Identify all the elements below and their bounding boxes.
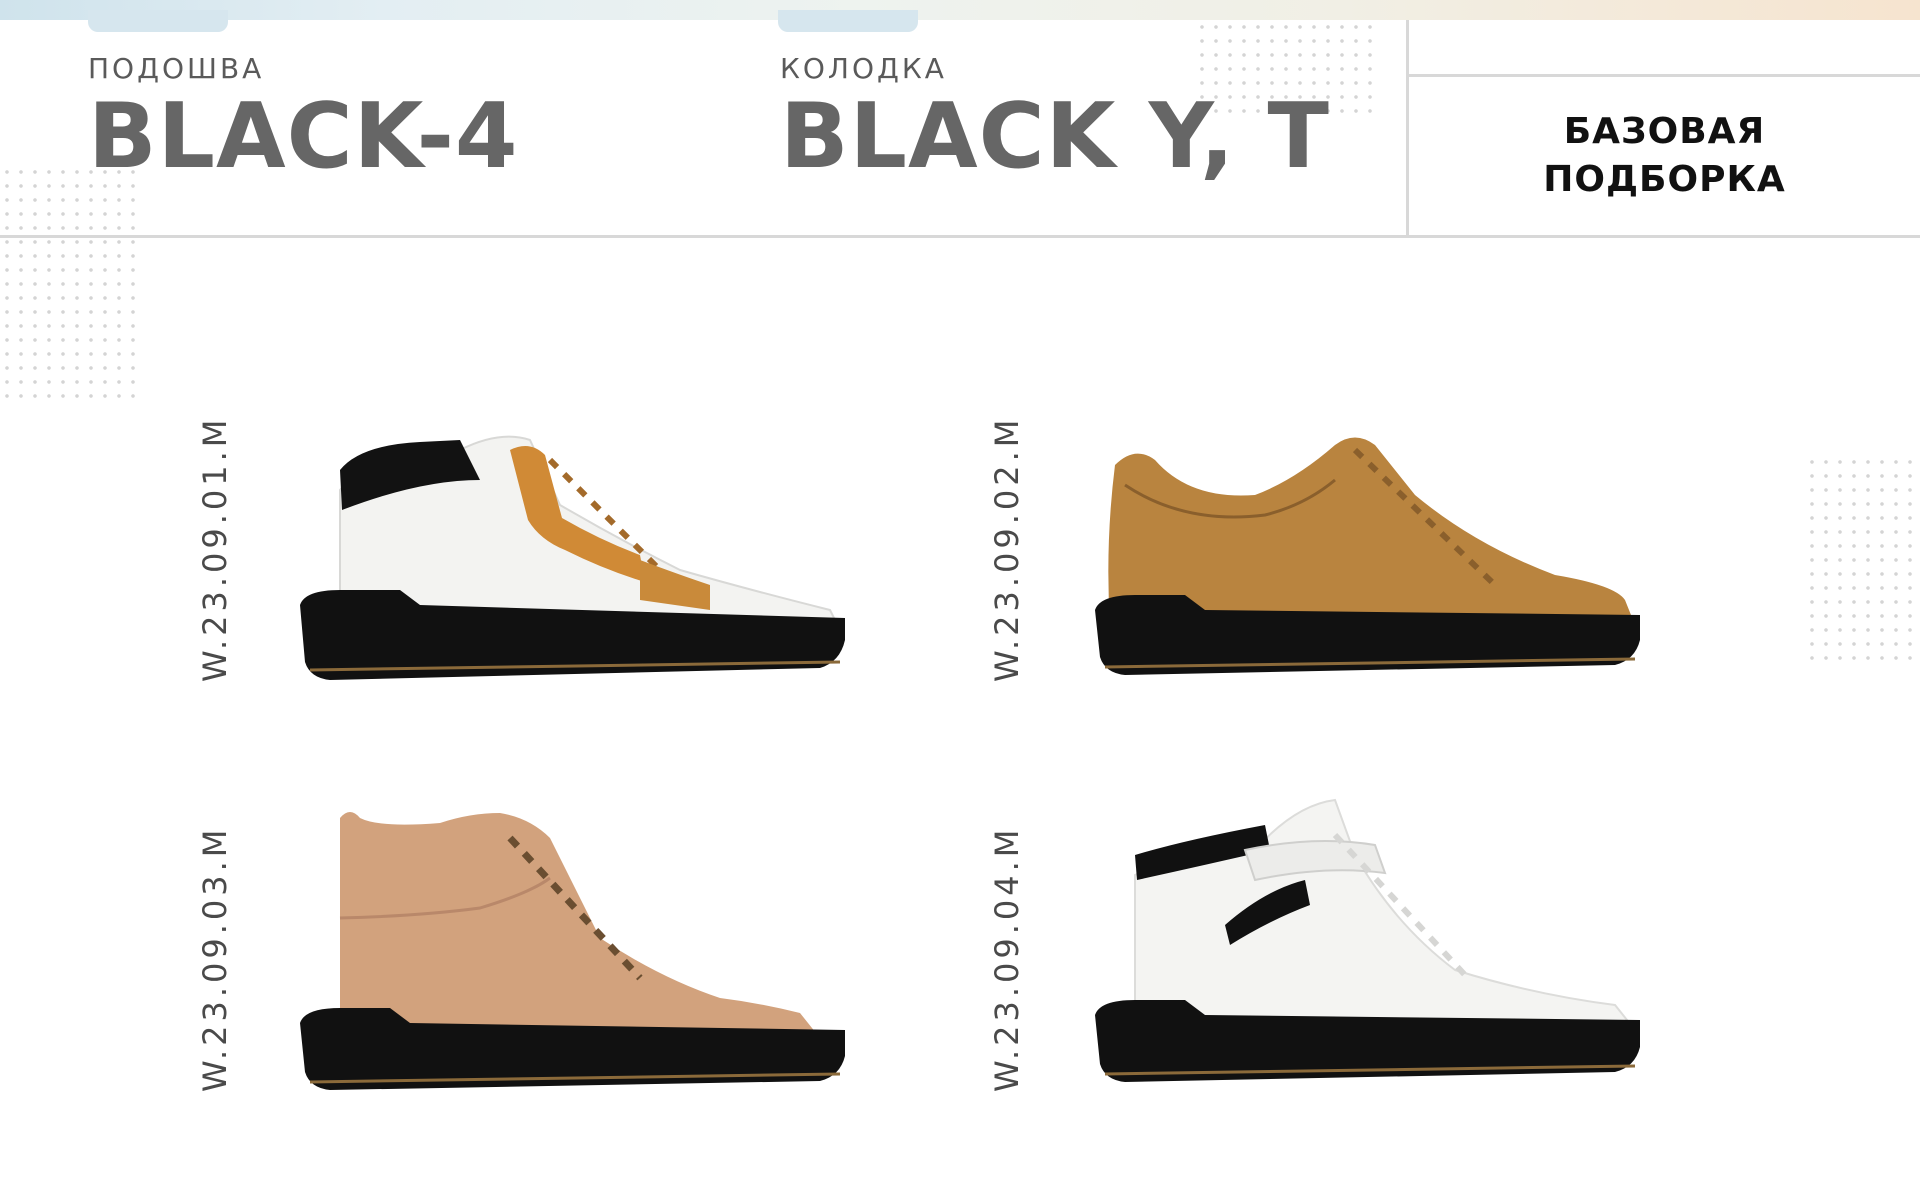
product-sku: W.23.09.04.M — [988, 825, 1026, 1092]
header-divider-right — [1406, 74, 1920, 77]
product-sku: W.23.09.01.M — [196, 415, 234, 682]
product-image-shoe-3 — [300, 812, 845, 1090]
dot-pattern-decoration — [0, 165, 135, 405]
product-sku: W.23.09.02.M — [988, 415, 1026, 682]
product-image-shoe-4 — [1095, 798, 1640, 1082]
sole-value: BLACK-4 — [88, 84, 519, 189]
sole-label: ПОДОШВА — [88, 52, 265, 85]
product-image-shoe-2 — [1095, 437, 1640, 675]
product-image-shoe-1 — [300, 435, 845, 680]
collection-title: БАЗОВАЯ ПОДБОРКА — [1409, 108, 1920, 204]
last-value: BLACK Y, T — [780, 84, 1330, 189]
dot-pattern-decoration — [1805, 455, 1920, 665]
header-tab-decoration — [88, 10, 228, 32]
top-decorative-strip — [0, 0, 1920, 20]
last-label: КОЛОДКА — [780, 52, 947, 85]
collection-title-line2: ПОДБОРКА — [1543, 159, 1786, 200]
header-tab-decoration — [778, 10, 918, 32]
collection-title-line1: БАЗОВАЯ — [1563, 111, 1766, 152]
product-sku: W.23.09.03.M — [196, 825, 234, 1092]
header-divider — [0, 235, 1920, 238]
